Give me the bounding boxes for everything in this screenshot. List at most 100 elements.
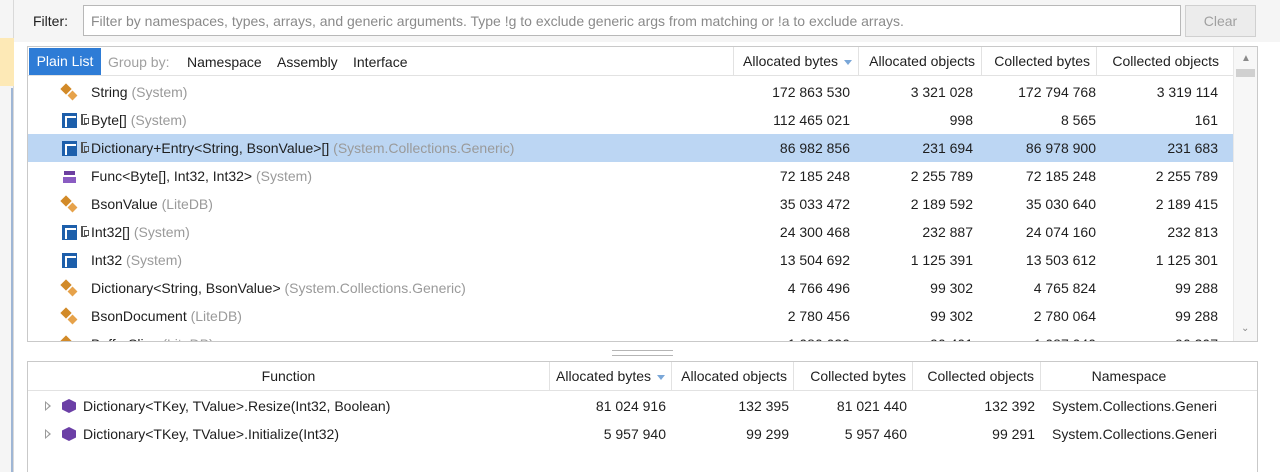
column-function[interactable]: Function: [28, 362, 549, 391]
functions-header: Function Allocated bytes Allocated objec…: [28, 362, 1257, 391]
cell-fn-collected-bytes: 5 957 460: [844, 426, 907, 442]
cell-allocated-bytes: 4 766 496: [787, 280, 850, 296]
cell-fn-namespace: System.Collections.Generi: [1052, 398, 1217, 414]
types-panel: Plain List Group by: Namespace Assembly …: [27, 46, 1258, 342]
cell-allocated-bytes: 72 185 248: [779, 168, 850, 184]
column-collected-objects[interactable]: Collected objects: [1096, 47, 1225, 76]
cell-collected-bytes: 13 503 612: [1025, 252, 1096, 268]
scroll-up-icon[interactable]: ▲: [1241, 53, 1251, 64]
expand-arrow-icon[interactable]: [45, 429, 51, 439]
left-panel-highlight: [0, 38, 14, 86]
function-row[interactable]: Dictionary<TKey, TValue>.Initialize(Int3…: [28, 420, 1257, 448]
cell-collected-objects: 232 813: [1167, 224, 1218, 240]
type-namespace: (System): [256, 168, 312, 184]
group-by-interface[interactable]: Interface: [353, 54, 407, 70]
cell-collected-bytes: 8 565: [1060, 112, 1096, 128]
column-allocated-bytes[interactable]: Allocated bytes: [733, 47, 858, 76]
column-collected-bytes[interactable]: Collected bytes: [981, 47, 1096, 76]
filter-label: Filter:: [33, 13, 68, 29]
function-name: Dictionary<TKey, TValue>.Resize(Int32, B…: [83, 398, 391, 414]
type-namespace: (System): [133, 224, 190, 240]
array-icon: [81, 226, 89, 237]
type-namespace: (LiteDB): [161, 196, 213, 212]
type-row[interactable]: Func<Byte[], Int32, Int32> (System) 72 18…: [28, 162, 1233, 190]
cell-allocated-objects: 232 887: [922, 224, 973, 240]
type-namespace: (LiteDB): [190, 308, 242, 324]
cell-collected-objects: 2 189 415: [1155, 196, 1218, 212]
scroll-thumb[interactable]: [1236, 69, 1255, 77]
array-icon: [81, 114, 89, 125]
clear-button[interactable]: Clear: [1185, 5, 1256, 37]
column-fn-allocated-bytes-label: Allocated bytes: [556, 368, 651, 384]
filter-input[interactable]: [83, 5, 1181, 36]
type-row[interactable]: String (System) 172 863 530 3 321 028 172 7…: [28, 78, 1233, 106]
left-panel-divider: [11, 88, 13, 472]
cell-fn-collected-bytes: 81 021 440: [836, 398, 907, 414]
cell-allocated-bytes: 2 780 456: [787, 308, 850, 324]
cell-allocated-bytes: 1 080 030: [788, 336, 850, 341]
cell-allocated-objects: 231 694: [922, 140, 973, 156]
type-row[interactable]: Byte[] (System) 112 465 021 998 8 565 161: [28, 106, 1233, 134]
group-by-namespace[interactable]: Namespace: [187, 54, 262, 70]
sort-descending-icon: [844, 59, 852, 65]
cell-collected-bytes: 1 087 040: [1034, 336, 1096, 341]
type-row[interactable]: Dictionary+Entry<String, BsonValue>[] (S…: [28, 134, 1233, 162]
column-fn-allocated-bytes[interactable]: Allocated bytes: [549, 362, 671, 391]
functions-panel: Function Allocated bytes Allocated objec…: [27, 361, 1258, 472]
cell-collected-objects: 99 288: [1175, 280, 1218, 296]
column-namespace[interactable]: Namespace: [1040, 362, 1217, 391]
method-icon: [62, 427, 76, 441]
type-row[interactable]: BsonValue (LiteDB) 35 033 472 2 189 592 35 …: [28, 190, 1233, 218]
type-namespace: (System): [130, 112, 187, 128]
struct-icon: [62, 253, 77, 268]
cell-fn-allocated-bytes: 81 024 916: [595, 398, 666, 414]
cell-fn-allocated-objects: 132 395: [738, 398, 789, 414]
function-row[interactable]: Dictionary<TKey, TValue>.Resize(Int32, B…: [28, 392, 1257, 420]
column-allocated-bytes-label: Allocated bytes: [743, 53, 838, 69]
type-name: Int32[] (System): [91, 224, 190, 240]
types-scrollbar[interactable]: ▲ ⌄: [1233, 47, 1257, 341]
cell-allocated-objects: 99 302: [930, 308, 973, 324]
expand-arrow-icon[interactable]: [45, 401, 51, 411]
column-fn-allocated-objects[interactable]: Allocated objects: [671, 362, 793, 391]
type-name: Dictionary+Entry<String, BsonValue>[] (S…: [91, 140, 514, 156]
type-name: BsonDocument (LiteDB): [91, 308, 242, 324]
type-row[interactable]: Dictionary<String, BsonValue> (System.Co…: [28, 274, 1233, 302]
cell-fn-allocated-objects: 99 299: [746, 426, 789, 442]
type-name-text: Byte[]: [91, 112, 127, 128]
type-name-text: BsonValue: [91, 196, 158, 212]
type-row[interactable]: Int32 (System) 13 504 692 1 125 391 13 503 …: [28, 246, 1233, 274]
type-namespace: (System): [131, 84, 188, 100]
type-namespace: (System.Collections.Generic): [333, 140, 515, 156]
function-name: Dictionary<TKey, TValue>.Initialize(Int3…: [83, 426, 340, 442]
column-fn-collected-bytes[interactable]: Collected bytes: [793, 362, 912, 391]
types-list: String (System) 172 863 530 3 321 028 172 7…: [28, 77, 1233, 341]
type-row[interactable]: BsonDocument (LiteDB) 2 780 456 99 302 2 78…: [28, 302, 1233, 330]
left-side-panel: [0, 0, 14, 472]
scroll-down-icon[interactable]: ⌄: [1241, 323, 1249, 334]
cell-allocated-objects: 1 125 391: [910, 252, 973, 268]
group-by-assembly[interactable]: Assembly: [277, 54, 338, 70]
cell-collected-bytes: 86 978 900: [1025, 140, 1096, 156]
plain-list-toggle[interactable]: Plain List: [29, 48, 101, 75]
column-fn-collected-objects[interactable]: Collected objects: [912, 362, 1040, 391]
panel-splitter[interactable]: [612, 350, 673, 356]
struct-icon: [62, 113, 77, 128]
type-row[interactable]: Int32[] (System) 24 300 468 232 887 24 074 …: [28, 218, 1233, 246]
cell-allocated-objects: 3 321 028: [910, 84, 973, 100]
type-name: Int32 (System): [91, 252, 182, 268]
type-name: String (System): [91, 84, 187, 100]
type-name: Dictionary<String, BsonValue> (System.Co…: [91, 280, 466, 296]
type-row[interactable]: BufferSlice (LiteDB) 1 080 030 90 401 1 087…: [28, 330, 1233, 341]
group-by-label: Group by:: [108, 54, 170, 70]
type-name-text: Dictionary+Entry<String, BsonValue>[]: [91, 140, 330, 156]
cell-allocated-bytes: 86 982 856: [779, 140, 850, 156]
column-allocated-objects[interactable]: Allocated objects: [858, 47, 981, 76]
cell-fn-collected-objects: 132 392: [984, 398, 1035, 414]
class-icon: [62, 337, 77, 341]
cell-allocated-bytes: 35 033 472: [779, 196, 850, 212]
type-namespace: (LiteDB): [162, 336, 213, 341]
cell-allocated-bytes: 24 300 468: [779, 224, 850, 240]
type-namespace: (System): [126, 252, 183, 268]
cell-collected-objects: 99 288: [1175, 308, 1218, 324]
